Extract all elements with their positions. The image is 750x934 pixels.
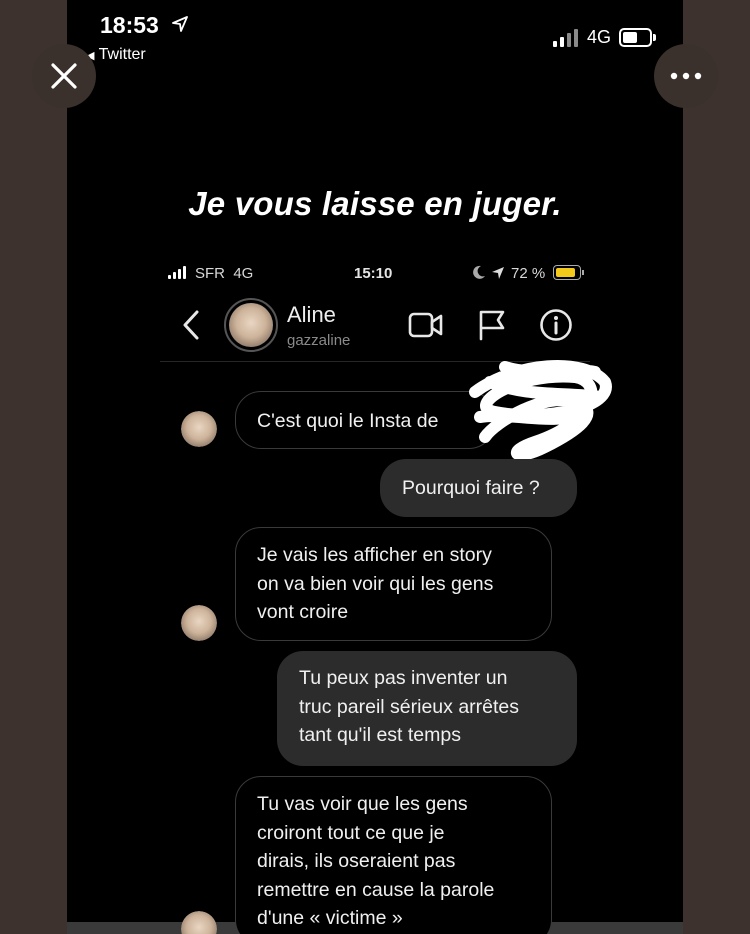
info-icon[interactable] [539,308,573,342]
redaction-scribble [469,360,612,461]
back-arrow-icon[interactable] [180,309,202,341]
status-time: 18:53 [100,12,159,38]
contact-username: gazzaline [287,332,351,349]
message-received: Tu vas voir que les gens croiront tout c… [235,776,552,934]
more-options-button[interactable] [654,44,718,108]
close-button[interactable] [32,44,96,108]
inner-carrier: SFR 4G [195,265,254,282]
location-arrow-icon [172,16,188,32]
close-icon [51,63,77,89]
story-headline: Je vous laisse en juger. [188,185,562,222]
inner-battery-icon [553,265,585,280]
more-icon [670,72,702,80]
signal-icon [553,29,581,47]
inner-battery-percent: 72 % [511,265,546,282]
inner-location-icon [492,267,504,279]
network-type: 4G [587,27,612,47]
inner-time: 15:10 [354,265,393,282]
contact-avatar[interactable] [224,298,278,352]
message-sent: Tu peux pas inventer un truc pareil séri… [277,651,577,766]
inner-signal-icon [168,266,190,279]
back-app-label: Twitter [98,46,146,63]
battery-icon [619,28,656,47]
message-received: Je vais les afficher en story on va bien… [235,527,552,641]
back-to-app-link[interactable]: ◀ Twitter [86,46,146,64]
moon-icon [473,265,485,279]
contact-name[interactable]: Aline [287,302,336,328]
message-avatar [181,605,217,641]
message-avatar [181,411,217,447]
message-sent: Pourquoi faire ? [380,459,577,517]
flag-icon[interactable] [477,309,507,341]
video-call-icon[interactable] [408,310,444,340]
